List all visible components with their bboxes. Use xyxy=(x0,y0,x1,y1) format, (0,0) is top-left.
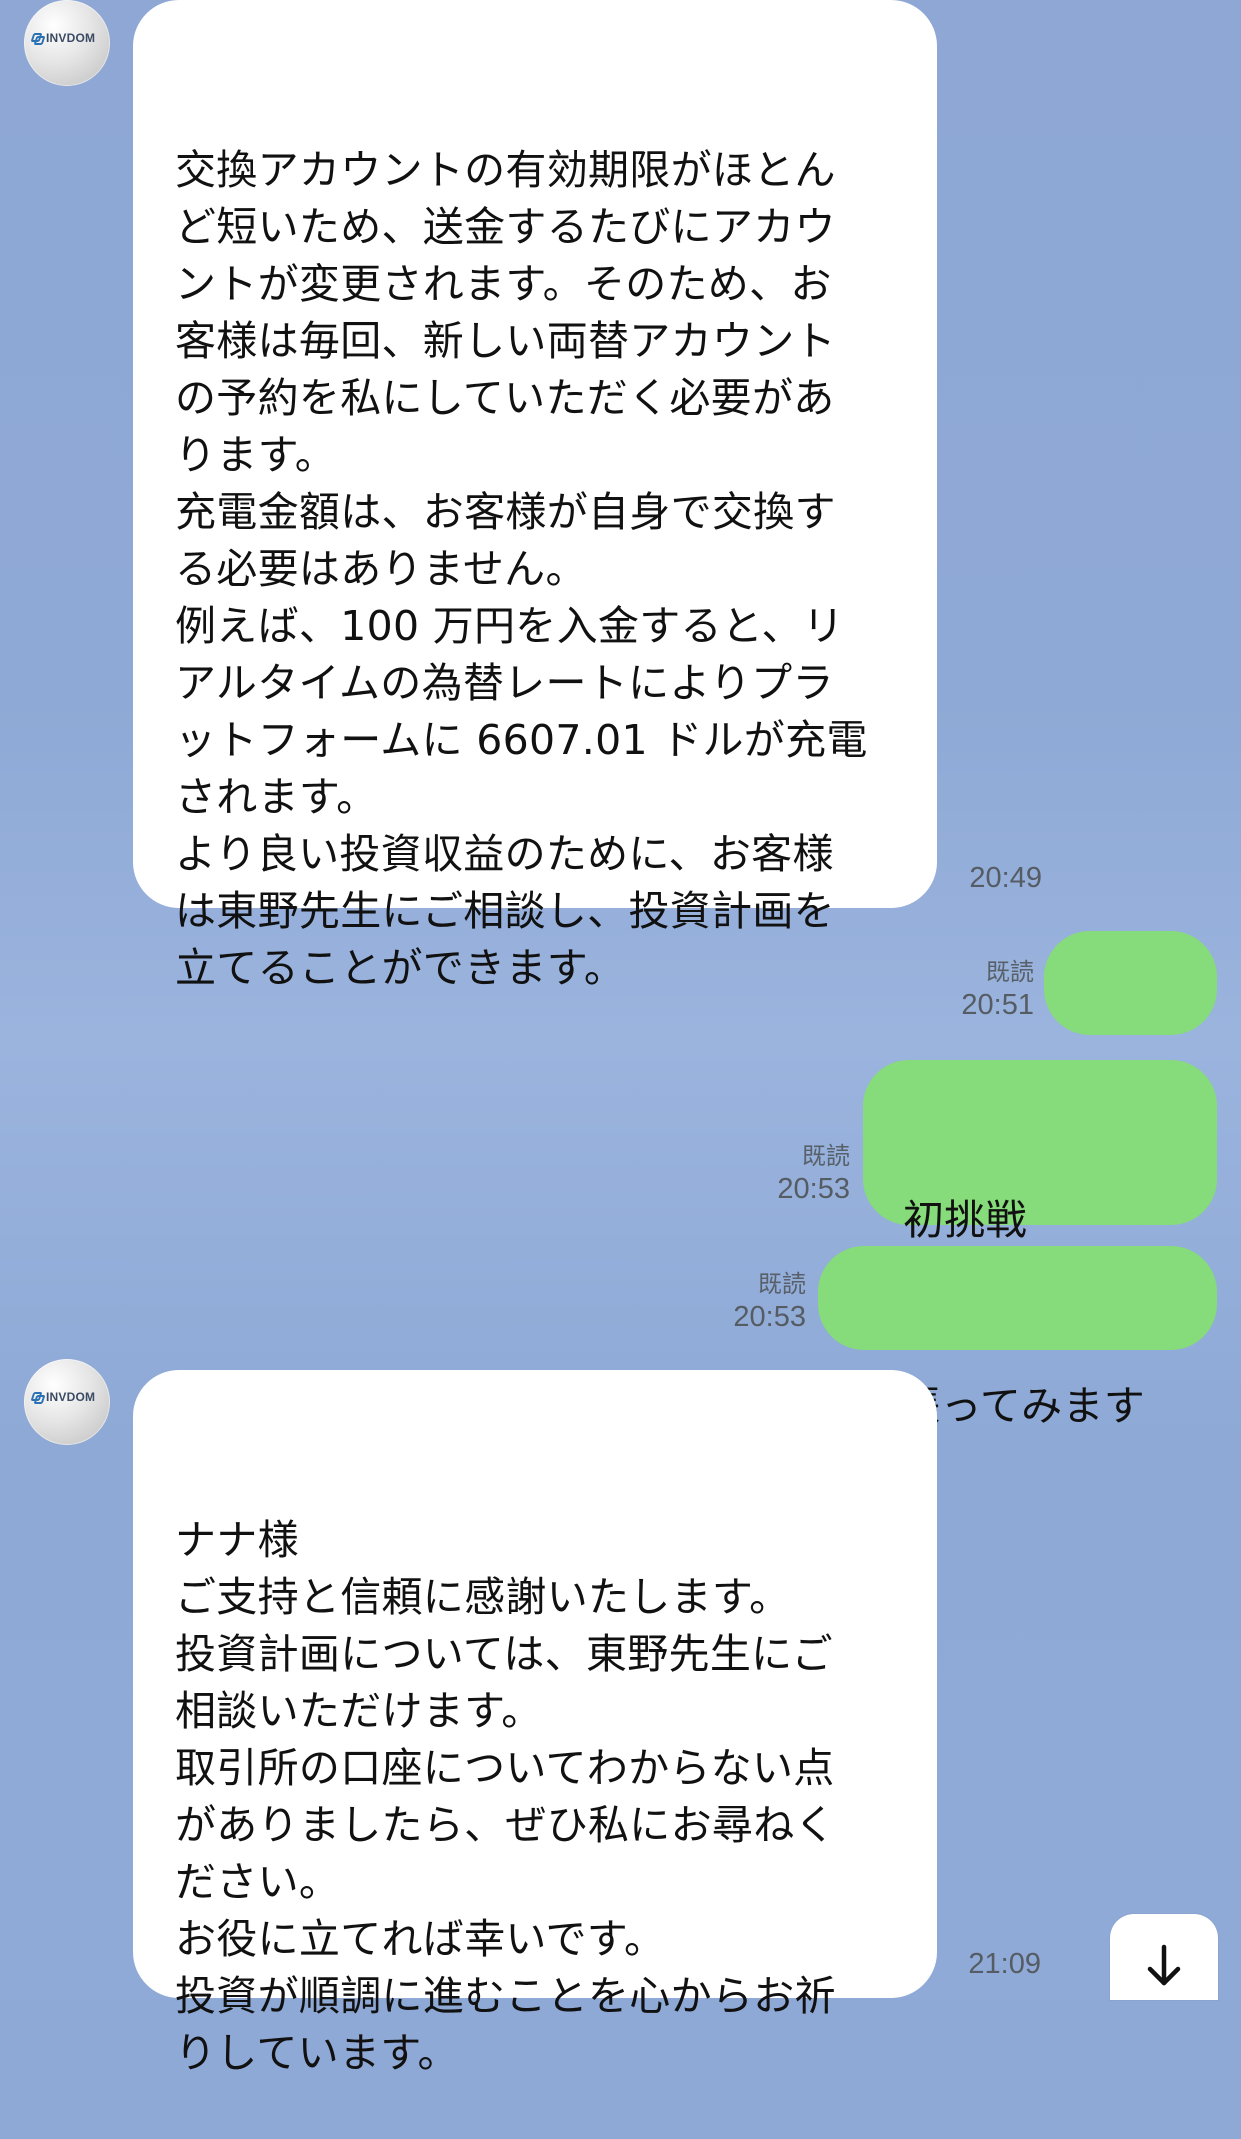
message-time: 20:51 xyxy=(961,989,1034,1021)
logo-mark-icon xyxy=(32,33,42,43)
read-status: 既読 xyxy=(986,959,1034,986)
message-meta: 既読 20:51 xyxy=(944,958,1034,1022)
message-time: 20:53 xyxy=(777,1173,850,1205)
message-text: ナナ様 ご支持と信頼に感謝いたします。 投資計画については、東野先生にご 相談い… xyxy=(175,1516,836,2077)
message-tail xyxy=(1165,1070,1205,1110)
scroll-to-bottom-button[interactable] xyxy=(1110,1914,1218,2000)
avatar-label: INVDOM xyxy=(46,31,96,45)
outgoing-message-bubble[interactable]: 初挑戦 がんはみます xyxy=(863,1060,1217,1301)
outgoing-message-bubble[interactable]: はい xyxy=(1044,931,1217,1115)
avatar-label: INVDOM xyxy=(46,1390,96,1404)
incoming-message-bubble[interactable]: 交換アカウントの有効期限がほとん ど短いため、送金するたびにアカウ ントが変更さ… xyxy=(133,0,937,992)
chat-thread: INVDOM 交換アカウントの有効期限がほとん ど短いため、送金するたびにアカウ… xyxy=(0,0,1241,2077)
message-time: 20:53 xyxy=(733,1301,806,1333)
message-tail xyxy=(1165,1256,1205,1296)
message-text: 交換アカウントの有効期限がほとん ど短いため、送金するたびにアカウ ントが変更さ… xyxy=(175,146,868,992)
read-status: 既読 xyxy=(802,1143,850,1170)
avatar-logo: INVDOM xyxy=(32,28,106,48)
message-meta: 既読 20:53 xyxy=(716,1270,806,1334)
read-status: 既読 xyxy=(758,1271,806,1298)
logo-mark-icon xyxy=(32,1392,42,1402)
sender-avatar[interactable]: INVDOM xyxy=(24,0,110,86)
message-time: 20:49 xyxy=(969,862,1042,894)
message-meta: 既読 20:53 xyxy=(760,1142,850,1206)
message-tail xyxy=(1165,941,1205,981)
message-tail xyxy=(149,1384,189,1424)
incoming-message-bubble[interactable]: ナナ様 ご支持と信頼に感謝いたします。 投資計画については、東野先生にご 相談い… xyxy=(133,1370,937,2077)
outgoing-message-bubble[interactable]: 頑張ってみます xyxy=(818,1246,1217,1430)
sender-avatar[interactable]: INVDOM xyxy=(24,1359,110,1445)
message-time: 21:09 xyxy=(968,1948,1041,1980)
message-tail xyxy=(149,14,189,54)
avatar-logo: INVDOM xyxy=(32,1387,106,1407)
arrow-down-icon xyxy=(1147,1944,1181,1986)
